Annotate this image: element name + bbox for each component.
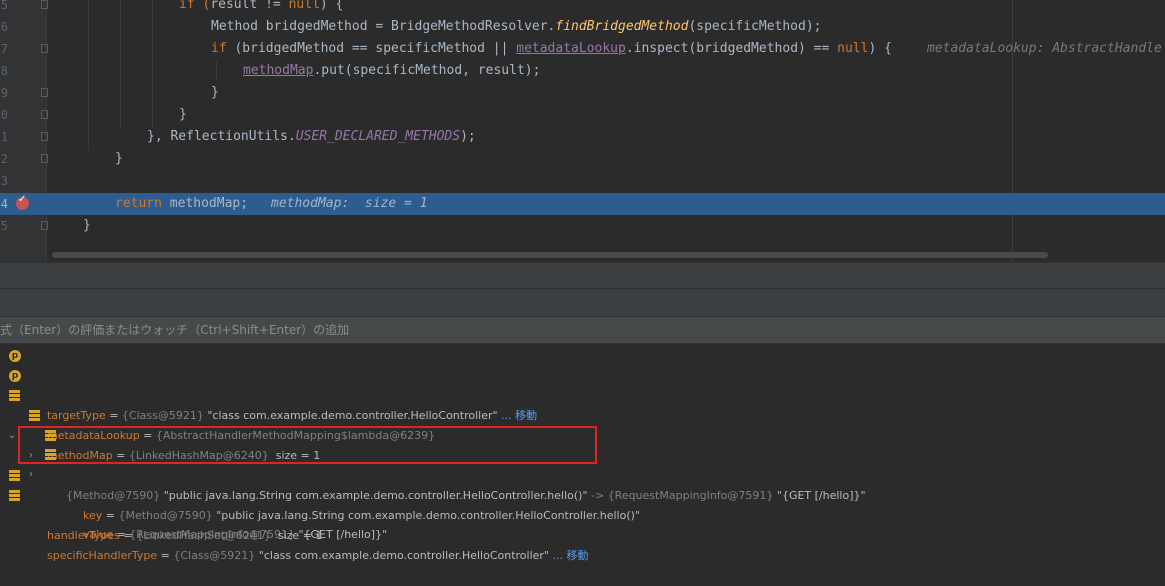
line-number: 5 <box>0 0 8 12</box>
code-line[interactable]: 7 if (bridgedMethod == specificMethod ||… <box>0 38 1165 60</box>
indent-guide <box>152 0 153 128</box>
code-line[interactable]: 8 methodMap.put(specificMethod, result); <box>0 60 1165 82</box>
code-text: } <box>179 104 187 126</box>
evaluate-placeholder: 式（Enter）の評価またはウォッチ（Ctrl+Shift+Enter）の追加 <box>0 323 350 337</box>
field-icon <box>9 470 20 481</box>
code-text: Method bridgedMethod = BridgeMethodResol… <box>211 16 822 38</box>
code-line[interactable]: 0 } <box>0 104 1165 126</box>
navigate-link[interactable]: ... 移動 <box>553 549 589 562</box>
code-token: null <box>837 41 869 56</box>
variable-row-handlerTypes[interactable]: handlerTypes = {LinkedHashSet@6241} size… <box>0 466 1165 542</box>
code-text: } <box>211 82 219 104</box>
variable-row-metadataLookup[interactable]: p metadataLookup = {AbstractHandlerMetho… <box>0 366 1165 442</box>
variable-row-targetType[interactable]: p targetType = {Class@5921} "class com.e… <box>0 346 1165 422</box>
variable-name: specificHandlerType <box>46 549 158 562</box>
field-icon <box>9 490 20 501</box>
line-number: 9 <box>0 86 8 100</box>
code-token: null <box>288 0 320 12</box>
variable-value: "class com.example.demo.controller.Hello… <box>258 549 549 562</box>
indent-guide <box>120 0 121 128</box>
variable-row-specificHandlerType[interactable]: specificHandlerType = {Class@5921} "clas… <box>0 486 1165 562</box>
code-token: Method bridgedMethod = BridgeMethodResol… <box>211 19 556 34</box>
field-icon <box>29 410 40 421</box>
code-line[interactable]: 9 } <box>0 82 1165 104</box>
line-number: 0 <box>0 108 8 122</box>
code-text: methodMap.put(specificMethod, result); <box>243 60 540 82</box>
current-execution-line[interactable]: 4 return methodMap; methodMap: size = 1 <box>0 193 1165 215</box>
code-text: if (bridgedMethod == specificMethod || m… <box>211 38 892 60</box>
code-text: }, ReflectionUtils.USER_DECLARED_METHODS… <box>147 126 476 148</box>
code-token: } <box>115 151 123 166</box>
code-token: ) { <box>319 0 344 12</box>
line-number: 5 <box>0 219 8 233</box>
indent-guide <box>216 60 217 82</box>
code-token: if ( <box>179 0 211 12</box>
breakpoint-icon[interactable] <box>16 194 29 210</box>
fold-icon[interactable] <box>40 88 50 98</box>
code-token: return <box>115 196 170 211</box>
code-token: .put(specificMethod, result); <box>313 63 541 78</box>
code-token: methodMap <box>243 63 314 78</box>
horizontal-scrollbar[interactable] <box>52 252 1048 258</box>
code-token: (specificMethod); <box>688 19 822 34</box>
indent-guide <box>88 0 89 150</box>
code-editor[interactable]: 5 if (result != null) { 6 Method bridged… <box>0 0 1165 262</box>
fold-icon[interactable] <box>40 0 50 10</box>
fold-icon[interactable] <box>40 44 50 54</box>
field-icon <box>9 390 20 401</box>
code-line[interactable]: 6 Method bridgedMethod = BridgeMethodRes… <box>0 16 1165 38</box>
code-token: .inspect(bridgedMethod) == <box>625 41 838 56</box>
code-text: } <box>115 148 123 170</box>
code-token: result != <box>210 0 289 12</box>
variable-type: {Class@5921} <box>173 549 256 562</box>
code-text: if (result != null) { <box>179 0 343 16</box>
code-token: } <box>83 218 91 233</box>
code-token: if <box>211 41 235 56</box>
variable-row-methodMap[interactable]: methodMap = {LinkedHashMap@6240} size = … <box>0 386 1165 462</box>
line-number: 4 <box>0 197 8 211</box>
code-token: USER_DECLARED_METHODS <box>295 129 461 144</box>
fold-icon[interactable] <box>40 221 50 231</box>
inline-debug-hint: methodMap: size = 1 <box>271 196 428 211</box>
code-text: } <box>83 215 91 237</box>
line-number: 6 <box>0 20 8 34</box>
line-number: 2 <box>0 152 8 166</box>
line-number: 3 <box>0 174 8 188</box>
code-token: }, ReflectionUtils. <box>147 129 296 144</box>
inline-debug-hint: metadataLookup: AbstractHandle <box>927 41 1162 56</box>
line-number: 8 <box>0 64 8 78</box>
fold-icon[interactable] <box>40 110 50 120</box>
code-line[interactable]: 5 if (result != null) { <box>0 0 1165 16</box>
line-number: 1 <box>0 130 8 144</box>
code-token: } <box>179 107 187 122</box>
parameter-icon: p <box>9 350 21 362</box>
code-text: return methodMap; <box>115 193 248 215</box>
code-line[interactable]: 3 <box>0 170 1165 192</box>
code-line[interactable]: 5 } <box>0 215 1165 237</box>
code-line[interactable]: 2 } <box>0 148 1165 170</box>
parameter-icon: p <box>9 370 21 382</box>
annotation-highlight-box <box>18 426 597 464</box>
code-token: metadataLookup <box>516 41 626 56</box>
code-token: ) { <box>868 41 892 56</box>
debug-toolbar <box>0 262 1165 289</box>
code-token: (bridgedMethod == specificMethod || <box>234 41 517 56</box>
code-line[interactable]: 1 }, ReflectionUtils.USER_DECLARED_METHO… <box>0 126 1165 148</box>
debug-frames-toolbar <box>0 288 1165 316</box>
code-token: findBridgedMethod <box>555 19 689 34</box>
fold-icon[interactable] <box>40 132 50 142</box>
variable-row-map-entry[interactable]: ⌄ {Method@7590} "public java.lang.String… <box>0 406 1165 502</box>
code-token: } <box>211 85 219 100</box>
line-number: 7 <box>0 42 8 56</box>
evaluate-expression-field[interactable]: 式（Enter）の評価またはウォッチ（Ctrl+Shift+Enter）の追加 <box>0 316 1165 344</box>
code-token: methodMap; <box>169 196 249 211</box>
fold-icon[interactable] <box>40 154 50 164</box>
code-token: ); <box>460 129 476 144</box>
